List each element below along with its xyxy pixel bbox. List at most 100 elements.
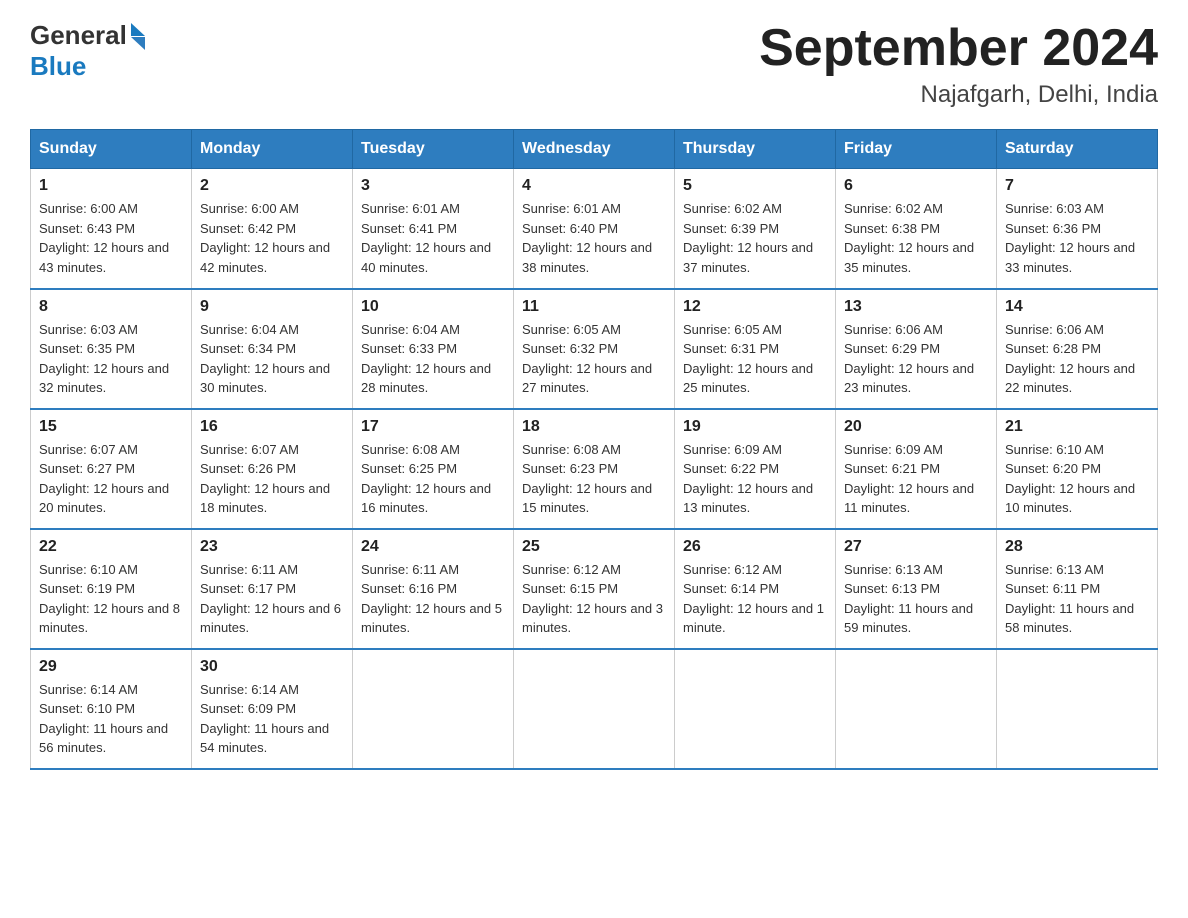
day-info-13: Sunrise: 6:06 AMSunset: 6:29 PMDaylight:… (844, 320, 988, 398)
day-info-24: Sunrise: 6:11 AMSunset: 6:16 PMDaylight:… (361, 560, 505, 638)
day-cell-16: 16 Sunrise: 6:07 AMSunset: 6:26 PMDayligh… (192, 409, 353, 529)
weekday-header-friday: Friday (836, 130, 997, 169)
day-info-20: Sunrise: 6:09 AMSunset: 6:21 PMDaylight:… (844, 440, 988, 518)
day-cell-6: 6 Sunrise: 6:02 AMSunset: 6:38 PMDaylight… (836, 169, 997, 289)
day-info-5: Sunrise: 6:02 AMSunset: 6:39 PMDaylight:… (683, 199, 827, 277)
day-cell-14: 14 Sunrise: 6:06 AMSunset: 6:28 PMDayligh… (997, 289, 1158, 409)
week-row-4: 22Sunrise: 6:10 AMSunset: 6:19 PMDayligh… (31, 529, 1158, 649)
day-cell-25: 25 Sunrise: 6:12 AMSunset: 6:15 PMDayligh… (514, 529, 675, 649)
logo: General Blue (30, 20, 145, 82)
day-cell-24: 24 Sunrise: 6:11 AMSunset: 6:16 PMDayligh… (353, 529, 514, 649)
day-info-16: Sunrise: 6:07 AMSunset: 6:26 PMDaylight:… (200, 440, 344, 518)
logo-text-blue: Blue (30, 51, 86, 82)
week-row-1: 1Sunrise: 6:00 AMSunset: 6:43 PMDaylight… (31, 169, 1158, 289)
day-cell-12: 12 Sunrise: 6:05 AMSunset: 6:31 PMDayligh… (675, 289, 836, 409)
day-info-27: Sunrise: 6:13 AMSunset: 6:13 PMDaylight:… (844, 560, 988, 638)
empty-cell (836, 649, 997, 769)
day-cell-15: 15 Sunrise: 6:07 AMSunset: 6:27 PMDayligh… (31, 409, 192, 529)
day-number-24: 24 (361, 538, 505, 556)
day-cell-1: 1Sunrise: 6:00 AMSunset: 6:43 PMDaylight… (31, 169, 192, 289)
day-number-30: 30 (200, 658, 344, 676)
month-title: September 2024 (759, 20, 1158, 77)
day-number-21: 21 (1005, 418, 1149, 436)
day-number-8: 8 (39, 298, 183, 316)
day-number-15: 15 (39, 418, 183, 436)
day-number-26: 26 (683, 538, 827, 556)
weekday-header-tuesday: Tuesday (353, 130, 514, 169)
day-number-4: 4 (522, 177, 666, 195)
day-number-10: 10 (361, 298, 505, 316)
day-cell-28: 28 Sunrise: 6:13 AMSunset: 6:11 PMDayligh… (997, 529, 1158, 649)
day-info-3: Sunrise: 6:01 AMSunset: 6:41 PMDaylight:… (361, 199, 505, 277)
day-info-29: Sunrise: 6:14 AMSunset: 6:10 PMDaylight:… (39, 680, 183, 758)
day-info-26: Sunrise: 6:12 AMSunset: 6:14 PMDaylight:… (683, 560, 827, 638)
empty-cell (997, 649, 1158, 769)
weekday-header-saturday: Saturday (997, 130, 1158, 169)
day-cell-20: 20 Sunrise: 6:09 AMSunset: 6:21 PMDayligh… (836, 409, 997, 529)
day-number-17: 17 (361, 418, 505, 436)
day-cell-11: 11Sunrise: 6:05 AMSunset: 6:32 PMDayligh… (514, 289, 675, 409)
day-cell-13: 13Sunrise: 6:06 AMSunset: 6:29 PMDayligh… (836, 289, 997, 409)
week-row-3: 15 Sunrise: 6:07 AMSunset: 6:27 PMDayligh… (31, 409, 1158, 529)
day-cell-9: 9Sunrise: 6:04 AMSunset: 6:34 PMDaylight… (192, 289, 353, 409)
day-info-14: Sunrise: 6:06 AMSunset: 6:28 PMDaylight:… (1005, 320, 1149, 398)
day-info-18: Sunrise: 6:08 AMSunset: 6:23 PMDaylight:… (522, 440, 666, 518)
day-cell-22: 22Sunrise: 6:10 AMSunset: 6:19 PMDayligh… (31, 529, 192, 649)
day-cell-2: 2 Sunrise: 6:00 AMSunset: 6:42 PMDaylight… (192, 169, 353, 289)
day-cell-29: 29Sunrise: 6:14 AMSunset: 6:10 PMDayligh… (31, 649, 192, 769)
day-cell-27: 27Sunrise: 6:13 AMSunset: 6:13 PMDayligh… (836, 529, 997, 649)
day-number-22: 22 (39, 538, 183, 556)
day-cell-3: 3Sunrise: 6:01 AMSunset: 6:41 PMDaylight… (353, 169, 514, 289)
day-info-8: Sunrise: 6:03 AMSunset: 6:35 PMDaylight:… (39, 320, 183, 398)
day-cell-5: 5 Sunrise: 6:02 AMSunset: 6:39 PMDaylight… (675, 169, 836, 289)
weekday-header-row: SundayMondayTuesdayWednesdayThursdayFrid… (31, 130, 1158, 169)
day-number-20: 20 (844, 418, 988, 436)
day-info-23: Sunrise: 6:11 AMSunset: 6:17 PMDaylight:… (200, 560, 344, 638)
day-info-2: Sunrise: 6:00 AMSunset: 6:42 PMDaylight:… (200, 199, 344, 277)
day-info-25: Sunrise: 6:12 AMSunset: 6:15 PMDaylight:… (522, 560, 666, 638)
day-number-23: 23 (200, 538, 344, 556)
day-cell-23: 23 Sunrise: 6:11 AMSunset: 6:17 PMDayligh… (192, 529, 353, 649)
location-title: Najafgarh, Delhi, India (759, 81, 1158, 109)
week-row-2: 8 Sunrise: 6:03 AMSunset: 6:35 PMDaylight… (31, 289, 1158, 409)
day-info-1: Sunrise: 6:00 AMSunset: 6:43 PMDaylight:… (39, 199, 183, 277)
day-number-14: 14 (1005, 298, 1149, 316)
day-number-5: 5 (683, 177, 827, 195)
day-info-28: Sunrise: 6:13 AMSunset: 6:11 PMDaylight:… (1005, 560, 1149, 638)
weekday-header-monday: Monday (192, 130, 353, 169)
day-info-4: Sunrise: 6:01 AMSunset: 6:40 PMDaylight:… (522, 199, 666, 277)
day-number-2: 2 (200, 177, 344, 195)
day-number-16: 16 (200, 418, 344, 436)
day-info-19: Sunrise: 6:09 AMSunset: 6:22 PMDaylight:… (683, 440, 827, 518)
weekday-header-thursday: Thursday (675, 130, 836, 169)
day-number-18: 18 (522, 418, 666, 436)
day-info-15: Sunrise: 6:07 AMSunset: 6:27 PMDaylight:… (39, 440, 183, 518)
day-number-7: 7 (1005, 177, 1149, 195)
day-cell-8: 8 Sunrise: 6:03 AMSunset: 6:35 PMDaylight… (31, 289, 192, 409)
day-info-6: Sunrise: 6:02 AMSunset: 6:38 PMDaylight:… (844, 199, 988, 277)
day-cell-10: 10Sunrise: 6:04 AMSunset: 6:33 PMDayligh… (353, 289, 514, 409)
day-number-25: 25 (522, 538, 666, 556)
day-cell-19: 19 Sunrise: 6:09 AMSunset: 6:22 PMDayligh… (675, 409, 836, 529)
day-number-6: 6 (844, 177, 988, 195)
calendar-table: SundayMondayTuesdayWednesdayThursdayFrid… (30, 129, 1158, 770)
day-info-12: Sunrise: 6:05 AMSunset: 6:31 PMDaylight:… (683, 320, 827, 398)
day-info-11: Sunrise: 6:05 AMSunset: 6:32 PMDaylight:… (522, 320, 666, 398)
day-info-7: Sunrise: 6:03 AMSunset: 6:36 PMDaylight:… (1005, 199, 1149, 277)
day-number-9: 9 (200, 298, 344, 316)
day-number-28: 28 (1005, 538, 1149, 556)
day-cell-7: 7 Sunrise: 6:03 AMSunset: 6:36 PMDaylight… (997, 169, 1158, 289)
day-cell-18: 18 Sunrise: 6:08 AMSunset: 6:23 PMDayligh… (514, 409, 675, 529)
empty-cell (675, 649, 836, 769)
day-cell-4: 4 Sunrise: 6:01 AMSunset: 6:40 PMDaylight… (514, 169, 675, 289)
day-number-12: 12 (683, 298, 827, 316)
day-cell-30: 30Sunrise: 6:14 AMSunset: 6:09 PMDayligh… (192, 649, 353, 769)
logo-text-general: General (30, 20, 127, 51)
header: General Blue September 2024 Najafgarh, D… (30, 20, 1158, 109)
weekday-header-sunday: Sunday (31, 130, 192, 169)
week-row-5: 29Sunrise: 6:14 AMSunset: 6:10 PMDayligh… (31, 649, 1158, 769)
day-number-19: 19 (683, 418, 827, 436)
day-info-21: Sunrise: 6:10 AMSunset: 6:20 PMDaylight:… (1005, 440, 1149, 518)
day-cell-17: 17Sunrise: 6:08 AMSunset: 6:25 PMDayligh… (353, 409, 514, 529)
weekday-header-wednesday: Wednesday (514, 130, 675, 169)
